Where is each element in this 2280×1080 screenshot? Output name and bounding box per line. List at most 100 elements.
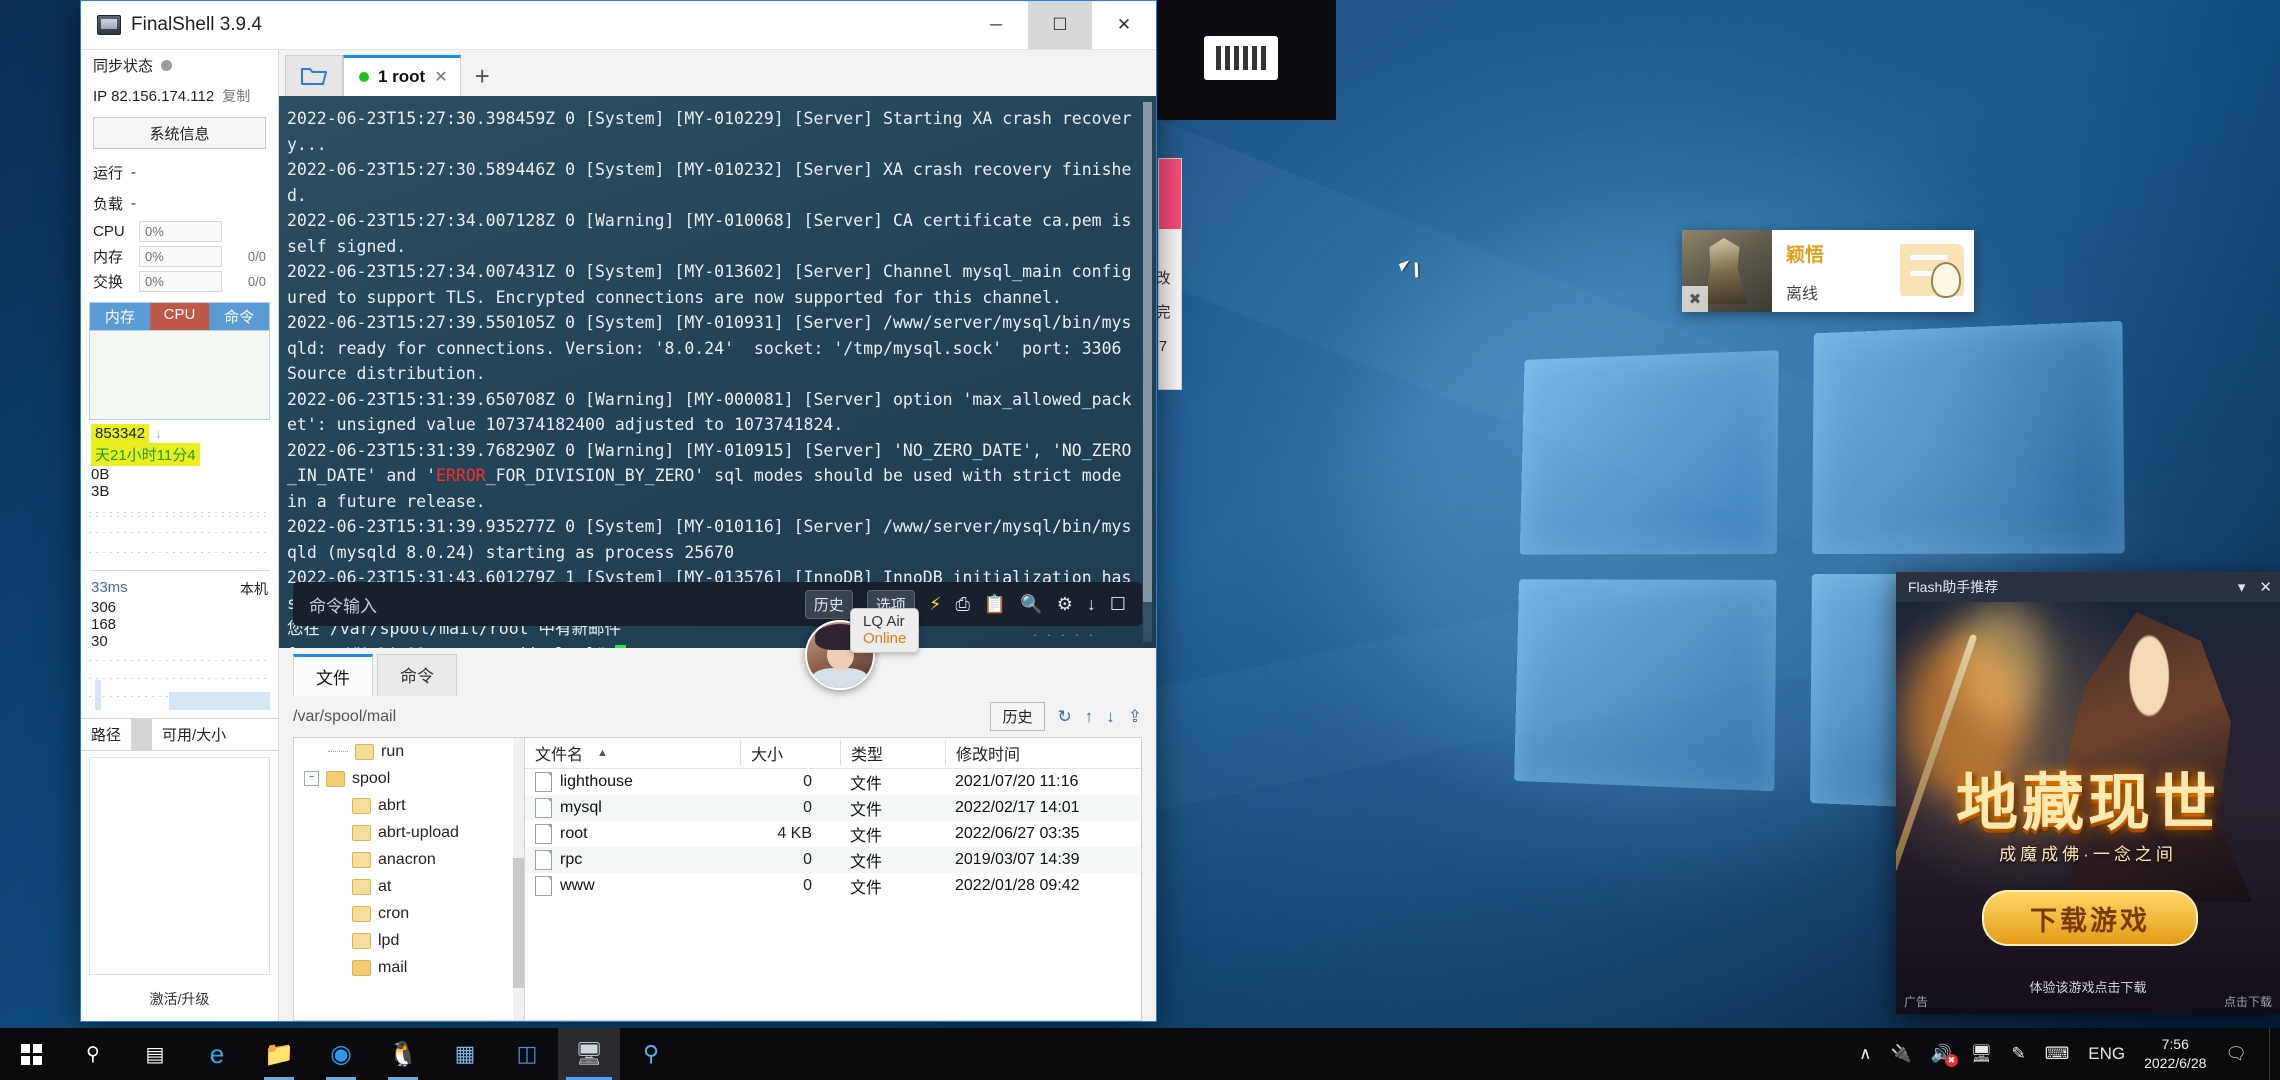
pen-icon[interactable]: ✎	[2011, 1044, 2025, 1064]
usb-icon[interactable]: 🔌	[1891, 1044, 1912, 1064]
tab-close-icon[interactable]: ✕	[434, 67, 447, 87]
ad-close-button[interactable]: ✕	[2259, 578, 2272, 596]
taskbar-finalshell[interactable]: 🖥	[558, 1028, 620, 1080]
activate-upgrade-link[interactable]: 激活/升级	[81, 981, 278, 1021]
minimize-button[interactable]: ─	[964, 1, 1028, 49]
terminal-text: 2022-06-23T15:27:30.398459Z 0 [System] […	[287, 106, 1136, 648]
taskbar-search[interactable]: ⚲	[62, 1028, 124, 1080]
search-icon[interactable]: 🔍	[1020, 594, 1042, 615]
ad-window[interactable]: Flash助手推荐 ▾ ✕ 地藏现世 成魔成佛·一念之间 下载游戏 体验该游戏点…	[1896, 572, 2280, 1014]
copy-icon[interactable]: ⎙	[955, 594, 969, 615]
network-icon[interactable]: 🖥	[1971, 1044, 1993, 1064]
file-list-header[interactable]: 文件名 ▲ 大小 类型 修改时间	[525, 738, 1141, 769]
download-game-button[interactable]: 下载游戏	[1982, 890, 2198, 946]
tree-item-at[interactable]: at	[294, 873, 524, 900]
terminal-icon: 🖥	[575, 1041, 603, 1066]
taskbar-task-view[interactable]: ▤	[124, 1028, 186, 1080]
paste-icon[interactable]: 📋	[984, 594, 1006, 615]
close-icon[interactable]: ✖	[1682, 286, 1708, 312]
close-button[interactable]: ✕	[1092, 1, 1156, 49]
taskbar-teams[interactable]: ◫	[496, 1028, 558, 1080]
ip-row: IP 82.156.174.112 复制	[81, 81, 278, 111]
bolt-icon[interactable]: ⚡	[929, 594, 942, 615]
tree-item-spool[interactable]: − spool	[294, 765, 524, 792]
command-input[interactable]: 命令输入 历史 选项 ⚡ ⎙ 📋 🔍 ⚙ ↓ ☐	[293, 582, 1142, 626]
table-row[interactable]: mysql 0 文件 2022/02/17 14:01	[525, 795, 1141, 821]
taskbar-file-explorer[interactable]: 📁	[248, 1028, 310, 1080]
path-history-button[interactable]: 历史	[990, 702, 1045, 731]
tree-item-cron[interactable]: cron	[294, 900, 524, 927]
resize-dots[interactable]: · · · · ·	[1033, 627, 1096, 642]
column-header-type[interactable]: 类型	[840, 741, 945, 765]
table-row[interactable]: rpc 0 文件 2019/03/07 14:39	[525, 847, 1141, 873]
taskbar-qq-browser[interactable]: ◉	[310, 1028, 372, 1080]
file-panel-tabs[interactable]: 文件 命令	[279, 648, 1156, 696]
show-desktop-button[interactable]	[2269, 1028, 2280, 1080]
terminal-output[interactable]: 2022-06-23T15:27:30.398459Z 0 [System] […	[279, 96, 1156, 648]
refresh-icon[interactable]: ↻	[1058, 707, 1072, 727]
tree-scrollbar[interactable]	[513, 738, 524, 1020]
tray-chevron-icon[interactable]: ∧	[1859, 1044, 1871, 1064]
taskbar-qq[interactable]: 🐧	[372, 1028, 434, 1080]
taskbar-q-app[interactable]: ⚲	[620, 1028, 682, 1080]
start-button[interactable]	[0, 1028, 62, 1080]
folder-icon	[352, 878, 371, 895]
table-row[interactable]: root 4 KB 文件 2022/06/27 03:35	[525, 821, 1141, 847]
table-row[interactable]: lighthouse 0 文件 2021/07/20 11:16	[525, 769, 1141, 795]
ad-minimize-button[interactable]: ▾	[2238, 578, 2246, 596]
avatar-status-bubble[interactable]: LQ Air Online	[850, 608, 920, 653]
column-header-size[interactable]: 大小	[740, 741, 840, 765]
current-path[interactable]: /var/spool/mail	[293, 708, 396, 726]
tree-item-run[interactable]: run	[294, 738, 524, 765]
upload-icon[interactable]: ⇪	[1128, 707, 1142, 727]
taskbar-edge[interactable]: e	[186, 1028, 248, 1080]
file-name: www	[560, 877, 595, 894]
volume-muted-icon[interactable]: 🔊 ✖	[1931, 1044, 1958, 1067]
tree-item-lpd[interactable]: lpd	[294, 927, 524, 954]
ad-content[interactable]: 地藏现世 成魔成佛·一念之间 下载游戏 体验该游戏点击下载 广告 点击下载	[1896, 602, 2280, 1014]
taskbar[interactable]: ⚲ ▤ e 📁 ◉ 🐧 ▦ ◫ 🖥 ⚲ ∧ 🔌 🔊 ✖ 🖥 ✎ ⌨ ENG 7:5…	[0, 1028, 2280, 1080]
column-header-name[interactable]: 文件名 ▲	[525, 741, 740, 765]
ad-titlebar[interactable]: Flash助手推荐 ▾ ✕	[1896, 572, 2280, 602]
desktop-contact-card[interactable]: ✖ 颖悟 离线	[1682, 230, 1974, 312]
tab-session-root[interactable]: 1 root ✕	[343, 55, 461, 96]
file-list[interactable]: 文件名 ▲ 大小 类型 修改时间 lighthouse 0 文件 2021/07…	[525, 737, 1142, 1021]
taskbar-notes[interactable]: ▦	[434, 1028, 496, 1080]
system-info-button[interactable]: 系统信息	[93, 117, 266, 149]
sidebar-chart-tabs[interactable]: 内存 CPU 命令	[89, 302, 270, 330]
window-icon[interactable]: ☐	[1110, 594, 1126, 615]
keyboard-icon[interactable]	[1204, 36, 1278, 80]
tab-commands[interactable]: 命令	[377, 654, 457, 696]
window-titlebar[interactable]: FinalShell 3.9.4 ─ ☐ ✕	[81, 1, 1156, 50]
tree-item-anacron[interactable]: anacron	[294, 846, 524, 873]
tree-item-mail[interactable]: mail	[294, 954, 524, 981]
download-icon[interactable]: ↓	[1106, 707, 1115, 727]
clock[interactable]: 7:56 2022/6/28	[2144, 1035, 2206, 1073]
keyboard-icon[interactable]: ⌨	[2045, 1044, 2070, 1064]
finalshell-window[interactable]: FinalShell 3.9.4 ─ ☐ ✕ 同步状态 IP 82.156.17…	[80, 0, 1157, 1022]
directory-tree[interactable]: run − spool abrt abrt-upload anacron at …	[293, 737, 525, 1021]
history-chip[interactable]: 历史	[804, 589, 853, 619]
chart-tab-cpu[interactable]: CPU	[149, 303, 210, 330]
new-tab-button[interactable]: +	[461, 61, 504, 96]
download-icon[interactable]: ↓	[1087, 594, 1096, 615]
gear-icon[interactable]: ⚙	[1057, 594, 1073, 615]
system-tray[interactable]: ∧ 🔌 🔊 ✖ 🖥 ✎ ⌨ ENG 7:56 2022/6/28 🗨	[1859, 1035, 2263, 1073]
language-indicator[interactable]: ENG	[2088, 1044, 2125, 1064]
terminal-scrollbar[interactable]	[1143, 102, 1152, 642]
chart-tab-command[interactable]: 命令	[209, 303, 270, 330]
tree-item-abrt[interactable]: abrt	[294, 792, 524, 819]
copy-ip-link[interactable]: 复制	[222, 86, 250, 106]
tree-item-abrt-upload[interactable]: abrt-upload	[294, 819, 524, 846]
upload-arrow-icon[interactable]: ↑	[1085, 707, 1094, 727]
table-row[interactable]: www 0 文件 2022/01/28 09:42	[525, 873, 1141, 899]
ad-footer-right[interactable]: 点击下载	[2224, 993, 2272, 1010]
notification-icon[interactable]: 🗨	[2225, 1044, 2247, 1064]
chart-tab-memory[interactable]: 内存	[90, 303, 150, 330]
tab-files[interactable]: 文件	[293, 654, 373, 696]
penguin-icon: 🐧	[388, 1040, 418, 1068]
collapse-icon[interactable]: −	[304, 771, 319, 786]
column-header-time[interactable]: 修改时间	[945, 741, 1141, 765]
folder-open-icon[interactable]	[285, 55, 343, 96]
maximize-button[interactable]: ☐	[1028, 1, 1092, 49]
